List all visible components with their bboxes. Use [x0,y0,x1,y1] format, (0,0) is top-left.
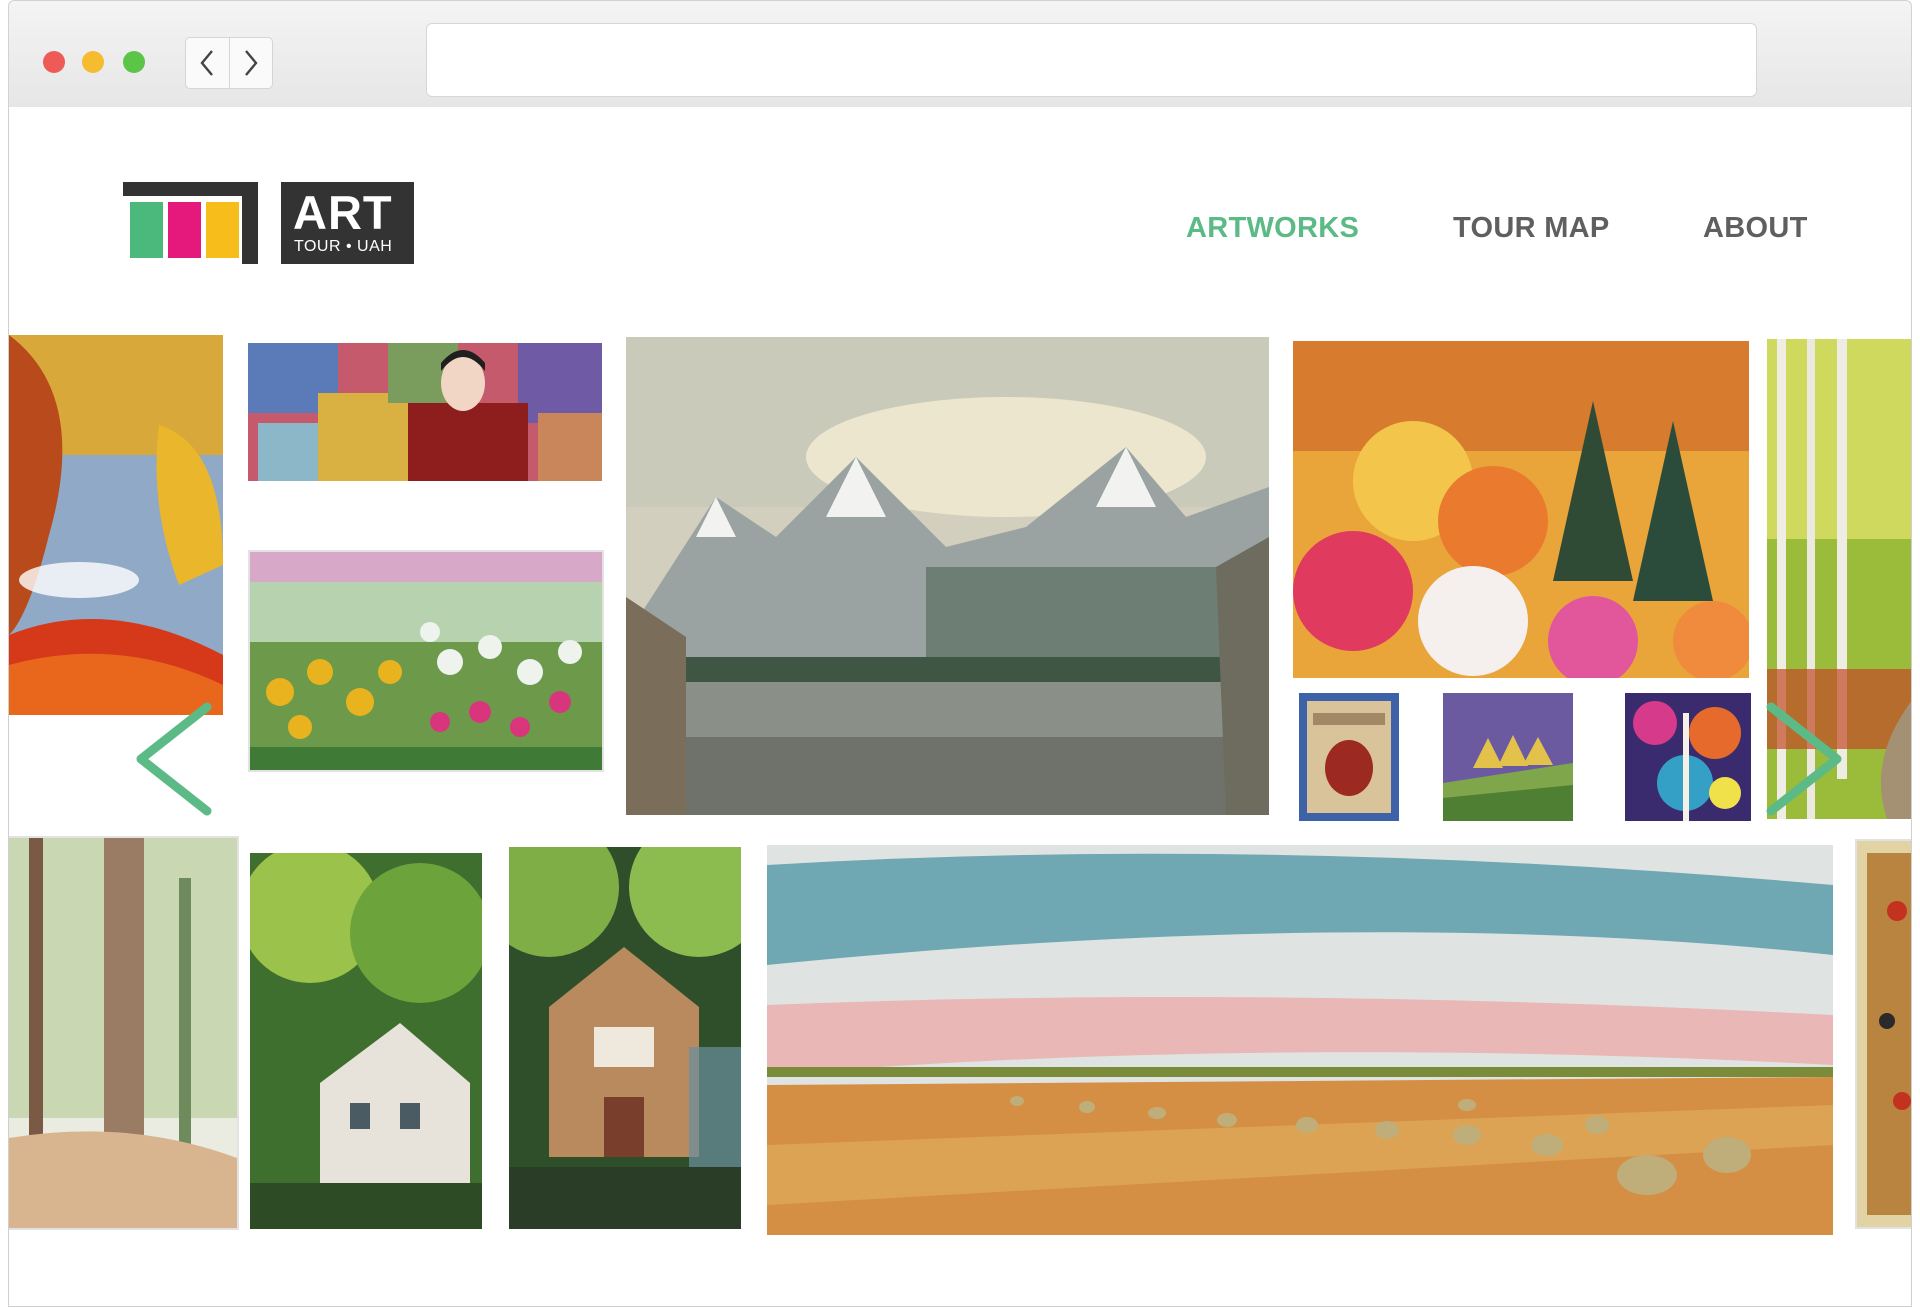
nav-about[interactable]: ABOUT [1703,212,1808,245]
artwork-forest-watercolor [9,838,237,1228]
artwork-tile[interactable] [250,552,602,770]
artwork-prairie-hay-bales [767,845,1833,1235]
artwork-tipis [1443,693,1573,821]
artwork-tile[interactable] [9,335,223,715]
close-window-button[interactable] [43,51,65,73]
artwork-portrait [248,343,602,481]
artwork-abstract-trees [1625,693,1751,821]
logo-title: ART [293,186,393,239]
artwork-tile[interactable] [1443,693,1573,821]
zoom-window-button[interactable] [123,51,145,73]
chevron-right-icon [244,50,258,76]
page-viewport: ART TOUR • UAH ARTWORKS TOUR MAP ABOUT [8,107,1912,1307]
artwork-tile[interactable] [509,847,741,1229]
chevron-left-icon [136,702,212,816]
artwork-mountain-lake [626,337,1269,815]
history-buttons [185,37,273,89]
artwork-tile[interactable] [1857,841,1911,1227]
back-button[interactable] [186,38,229,88]
forward-button[interactable] [228,38,273,88]
nav-tour-map[interactable]: TOUR MAP [1453,212,1610,245]
artwork-autumn-tree [9,335,223,715]
artwork-house-trees [250,853,482,1229]
logo-subtitle: TOUR • UAH [294,238,393,255]
logo-mark [123,182,258,264]
browser-toolbar [8,0,1912,108]
artwork-tile[interactable] [626,337,1269,815]
artwork-tile[interactable] [1299,693,1399,821]
artwork-tile[interactable] [9,838,237,1228]
artwork-autumn-forest [1293,341,1749,678]
artwork-heart-illustration [1299,693,1399,821]
artwork-tile[interactable] [1293,341,1749,678]
logo-wordmark: ART TOUR • UAH [281,182,414,264]
artwork-tile[interactable] [248,343,602,481]
chevron-left-icon [200,50,214,76]
artwork-tile[interactable] [1625,693,1751,821]
nav-artworks[interactable]: ARTWORKS [1186,212,1359,245]
artwork-tile[interactable] [767,845,1833,1235]
minimize-window-button[interactable] [82,51,104,73]
artwork-abstract-framed [1857,841,1911,1227]
chevron-right-icon [1766,702,1842,816]
prev-artworks-button[interactable] [127,699,217,819]
artwork-tulips [250,552,602,770]
artwork-cottage-trees [509,847,741,1229]
address-bar[interactable] [426,23,1757,97]
artwork-tile[interactable] [250,853,482,1229]
next-artworks-button[interactable] [1761,699,1851,819]
